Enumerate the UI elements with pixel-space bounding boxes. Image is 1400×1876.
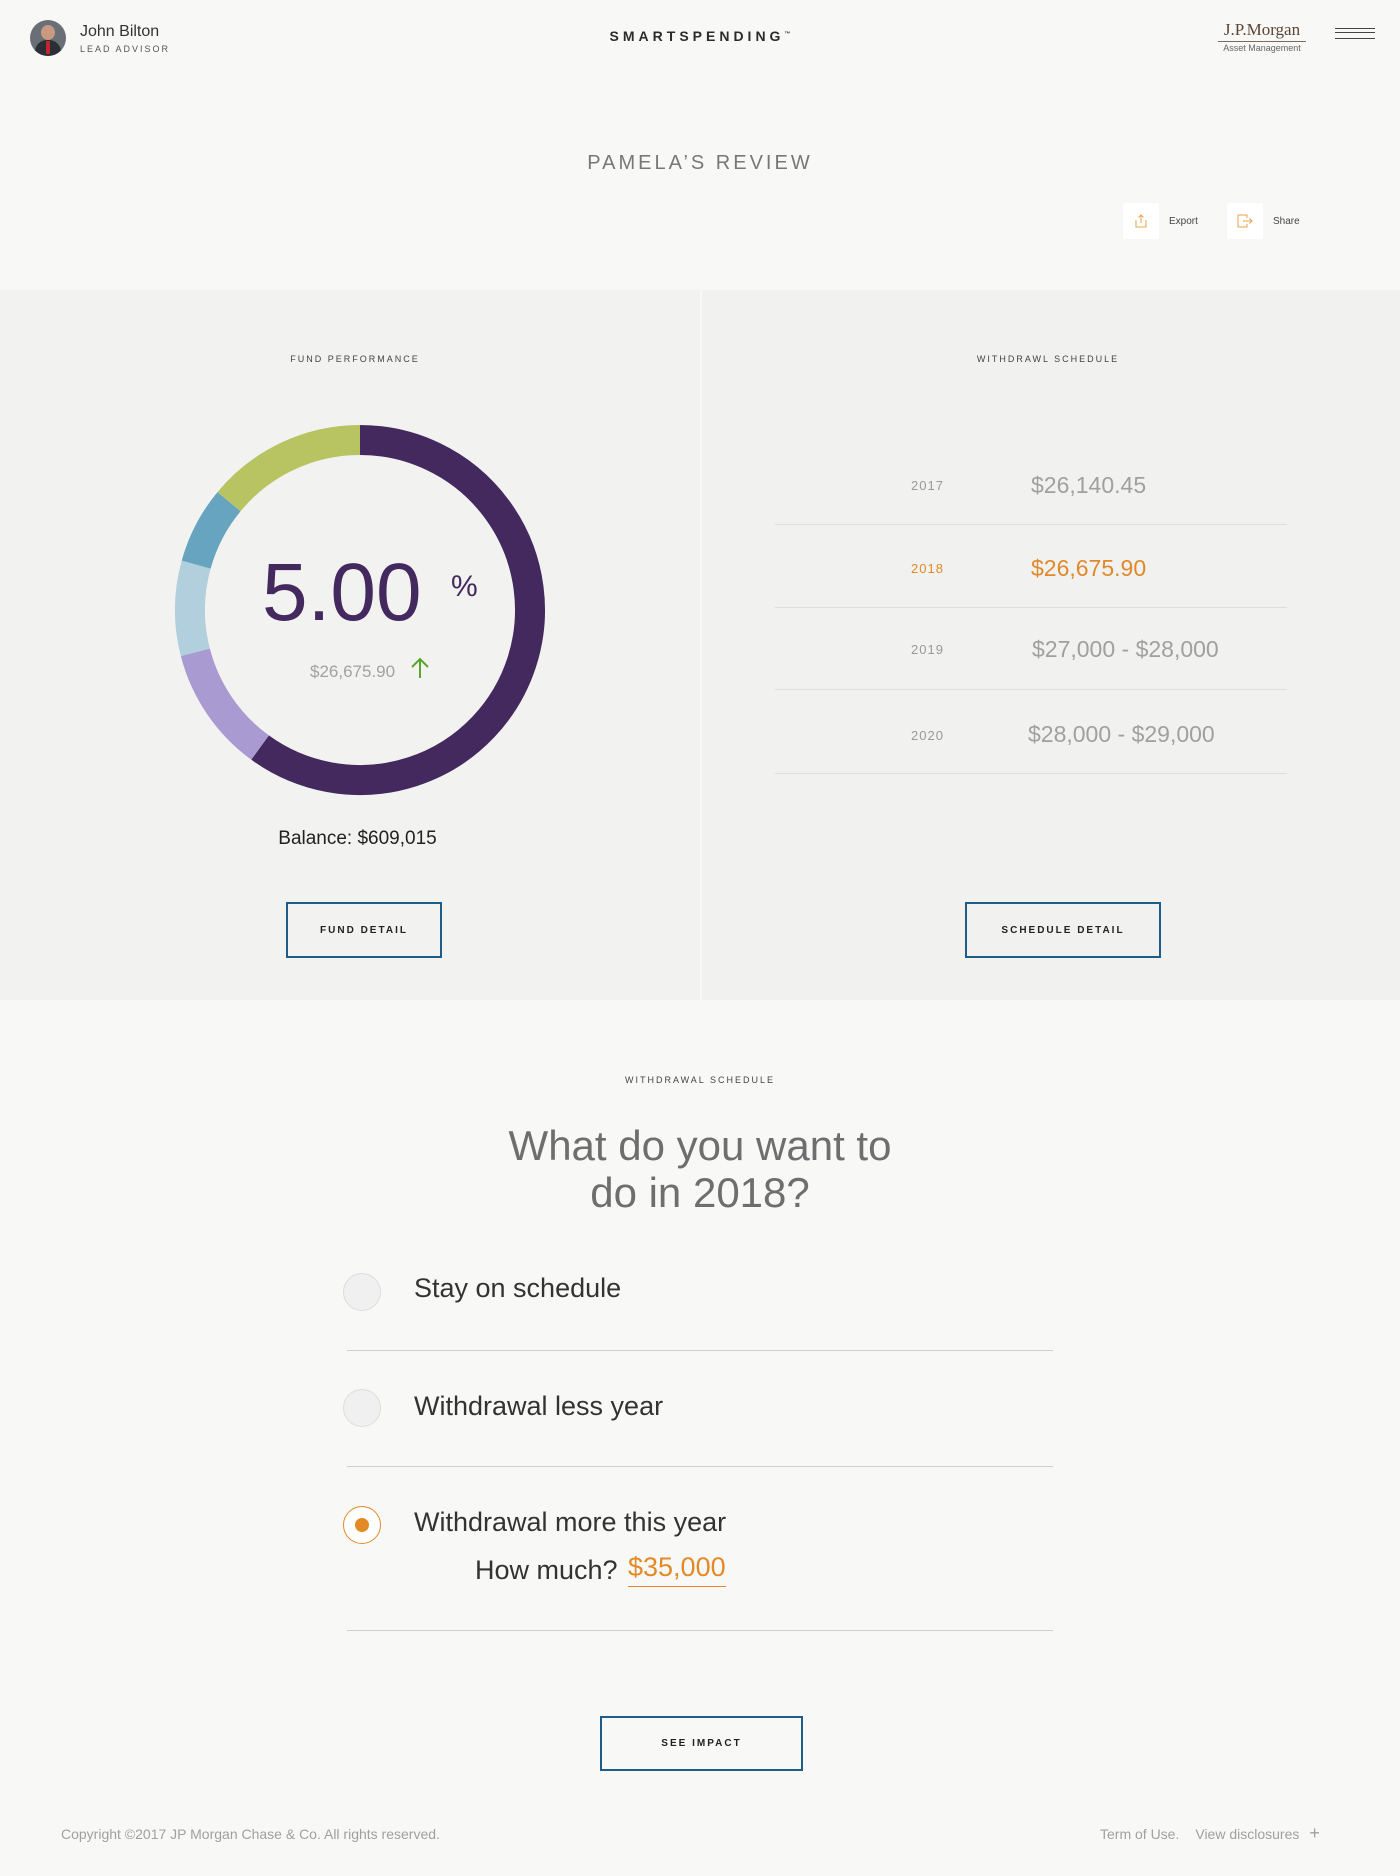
schedule-year: 2019 [911, 642, 944, 657]
donut-segment-2 [175, 560, 211, 657]
how-much-label: How much? [475, 1555, 618, 1585]
fund-detail-button[interactable]: FUND DETAIL [286, 902, 442, 958]
schedule-detail-button[interactable]: SCHEDULE DETAIL [965, 902, 1161, 958]
export-button[interactable]: Export [1123, 203, 1198, 239]
terms-link[interactable]: Term of Use. [1100, 1826, 1179, 1842]
top-bar: John Bilton LEAD ADVISOR SMARTSPENDING™ … [0, 0, 1400, 72]
copyright-text: Copyright ©2017 JP Morgan Chase & Co. Al… [61, 1826, 440, 1842]
donut-segment-3 [181, 492, 241, 569]
fund-percent-value: 5.00 [262, 547, 422, 638]
donut-segment-4 [217, 425, 361, 512]
export-label: Export [1169, 215, 1198, 227]
disclosures-link[interactable]: View disclosures [1195, 1826, 1299, 1842]
share-icon [1227, 203, 1263, 239]
option-withdraw-more[interactable]: Withdrawal more this year [343, 1506, 1053, 1546]
option-stay-on-schedule[interactable]: Stay on schedule [343, 1273, 1053, 1313]
app-title: SMARTSPENDING™ [609, 28, 791, 44]
withdrawal-schedule-label: WITHDRAWL SCHEDULE [976, 354, 1120, 364]
fund-performance-panel: FUND PERFORMANCE 5.00 % $26,675.90 Balan… [0, 290, 700, 1000]
page-title: PAMELA’S REVIEW [587, 152, 813, 174]
option-label: Withdrawal less year [414, 1391, 664, 1421]
donut-segment-1 [180, 648, 270, 760]
divider [347, 1350, 1053, 1351]
fund-performance-label: FUND PERFORMANCE [290, 354, 420, 364]
fund-percent-sign: % [451, 570, 478, 603]
radio-button[interactable] [343, 1389, 381, 1427]
advisor-role: LEAD ADVISOR [80, 43, 171, 54]
fund-balance: Balance: $609,015 [278, 828, 437, 849]
jpmorgan-logo-name: J.P.Morgan [1223, 20, 1301, 39]
schedule-amount: $27,000 - $28,000 [1032, 636, 1219, 662]
withdrawal-amount-input[interactable] [628, 1552, 726, 1587]
hamburger-menu-icon[interactable] [1335, 28, 1375, 44]
fund-amount: $26,675.90 [310, 662, 396, 681]
footer-links: Term of Use. View disclosures + [1100, 1824, 1320, 1842]
schedule-amount: $28,000 - $29,000 [1028, 721, 1215, 747]
schedule-row[interactable]: 2018 $26,675.90 [775, 525, 1287, 608]
radio-button[interactable] [343, 1273, 381, 1311]
jpmorgan-logo[interactable]: J.P.Morgan Asset Management [1218, 20, 1306, 53]
see-impact-button[interactable]: SEE IMPACT [600, 1716, 803, 1771]
schedule-year: 2018 [911, 561, 944, 576]
option-label: Stay on schedule [414, 1273, 622, 1303]
arrow-up-icon [411, 657, 429, 678]
question-section-label: WITHDRAWAL SCHEDULE [624, 1075, 775, 1085]
schedule-year: 2020 [911, 728, 944, 743]
schedule-year: 2017 [911, 478, 944, 493]
withdrawal-schedule-panel: WITHDRAWL SCHEDULE 2017 $26,140.45 2018 … [702, 290, 1400, 1000]
option-withdraw-less[interactable]: Withdrawal less year [343, 1389, 1053, 1429]
radio-button[interactable] [343, 1506, 381, 1544]
question-title: What do you want to do in 2018? [508, 1122, 892, 1216]
divider [347, 1630, 1053, 1631]
schedule-row[interactable]: 2017 $26,140.45 [775, 442, 1287, 525]
jpmorgan-logo-sub: Asset Management [1218, 41, 1306, 53]
share-label: Share [1273, 215, 1300, 227]
divider [347, 1466, 1053, 1467]
export-icon [1123, 203, 1159, 239]
schedule-amount: $26,140.45 [1031, 472, 1147, 498]
schedule-amount: $26,675.90 [1031, 555, 1147, 581]
schedule-row[interactable]: 2019 $27,000 - $28,000 [775, 608, 1287, 690]
plus-icon[interactable]: + [1309, 1824, 1320, 1842]
schedule-row[interactable]: 2020 $28,000 - $29,000 [775, 690, 1287, 774]
option-label: Withdrawal more this year [414, 1507, 727, 1537]
share-button[interactable]: Share [1227, 203, 1300, 239]
